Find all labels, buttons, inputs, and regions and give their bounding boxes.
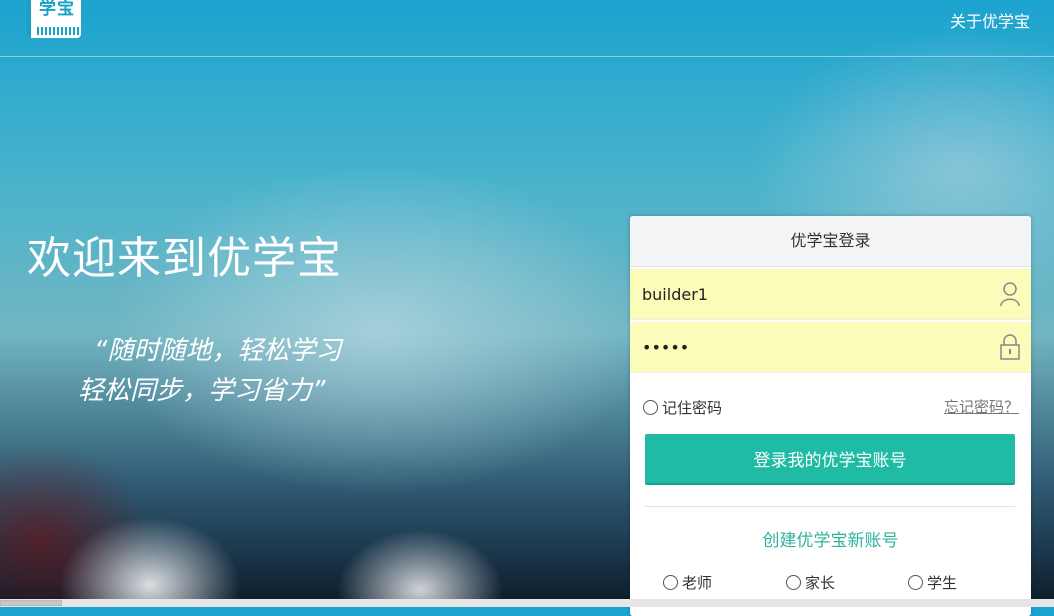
login-options: 记住密码 忘记密码？ — [630, 373, 1031, 433]
role-radio-student[interactable] — [908, 574, 923, 590]
login-panel: 优学宝登录 记住密码 忘记密码？ 登录我的优学宝账号 创建优学宝新账号 老师 家… — [630, 216, 1031, 616]
divider — [645, 506, 1015, 507]
remember-password-option[interactable]: 记住密码 — [643, 397, 722, 418]
lock-icon — [1000, 334, 1020, 360]
username-input[interactable] — [630, 269, 982, 319]
remember-label: 记住密码 — [662, 399, 723, 417]
role-selector: 老师 家长 学生 — [630, 572, 1031, 598]
role-label-student: 学生 — [927, 574, 958, 592]
create-account-link[interactable]: 创建优学宝新账号 — [630, 526, 1031, 551]
welcome-heading: 欢迎来到优学宝 — [27, 233, 342, 284]
username-field-wrapper — [630, 269, 1031, 320]
slogan: “随时随地，轻松学习 轻松同步，学习省力” — [78, 331, 408, 411]
scrollbar-thumb[interactable] — [0, 600, 62, 606]
top-bar: 学宝 关于优学宝 — [0, 0, 1054, 57]
login-button[interactable]: 登录我的优学宝账号 — [645, 434, 1015, 485]
about-link[interactable]: 关于优学宝 — [950, 8, 1030, 32]
role-radio-teacher[interactable] — [663, 574, 678, 590]
login-title: 优学宝登录 — [630, 216, 1031, 267]
logo-book-pages — [37, 27, 79, 35]
user-icon — [1000, 282, 1020, 307]
logo-text: 学宝 — [39, 0, 75, 19]
forgot-password-link[interactable]: 忘记密码？ — [944, 396, 1019, 417]
role-option-student[interactable]: 学生 — [908, 572, 957, 593]
slogan-line-1: “随时随地，轻松学习 — [94, 336, 342, 366]
password-field-wrapper — [630, 322, 1031, 373]
horizontal-scrollbar[interactable] — [0, 599, 1054, 607]
password-input[interactable] — [630, 322, 982, 372]
role-label-parent: 家长 — [805, 574, 836, 592]
logo[interactable]: 学宝 — [27, 0, 81, 38]
role-option-parent[interactable]: 家长 — [786, 572, 835, 593]
slogan-line-2: 轻松同步，学习省力” — [78, 376, 326, 406]
role-radio-parent[interactable] — [786, 574, 801, 590]
role-option-teacher[interactable]: 老师 — [663, 572, 712, 593]
remember-radio[interactable] — [643, 399, 658, 415]
role-label-teacher: 老师 — [682, 574, 713, 592]
